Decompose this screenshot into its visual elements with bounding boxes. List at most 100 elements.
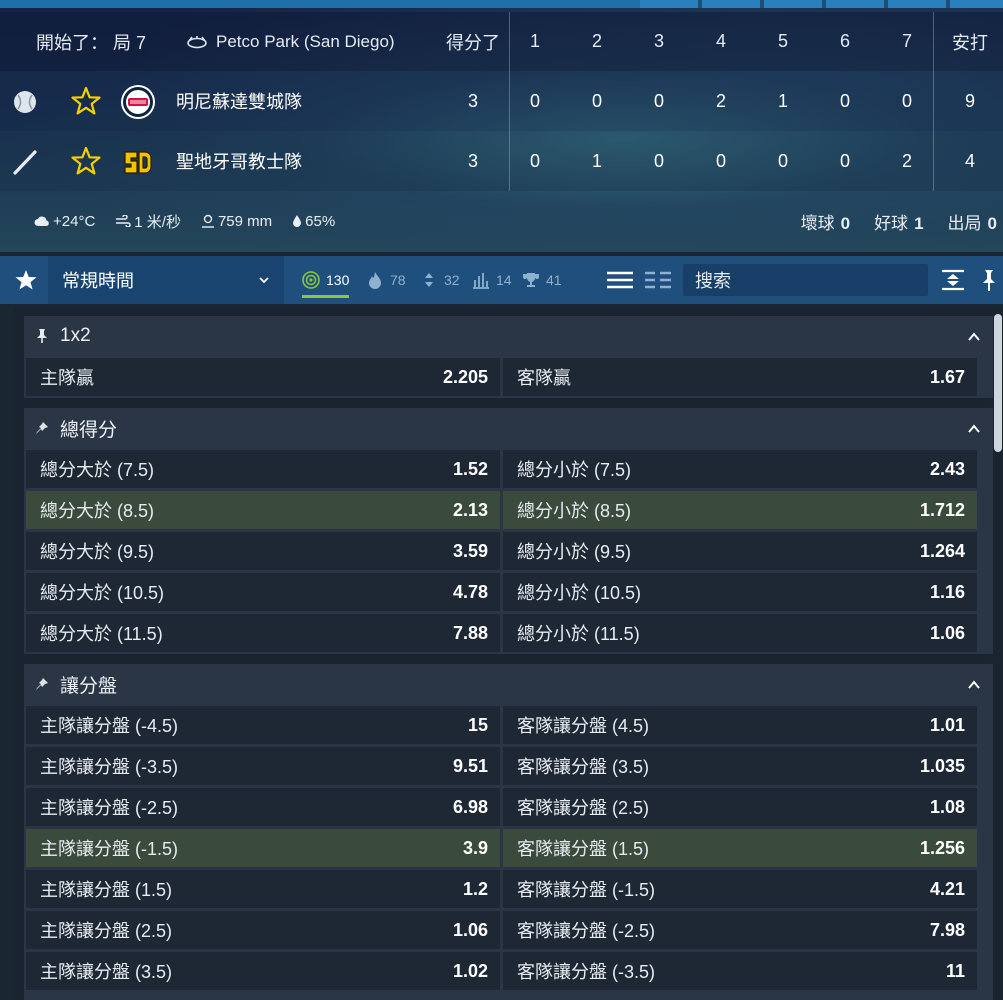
odds-button[interactable]: 主隊讓分盤 (-2.5) 6.98 <box>26 788 500 826</box>
odds-row: 主隊讓分盤 (-4.5) 15 客隊讓分盤 (4.5) 1.01 <box>24 706 993 744</box>
fire-icon <box>369 272 381 289</box>
tab-all-markets[interactable]: 130 <box>302 256 350 304</box>
pin-outline-icon[interactable] <box>34 420 50 436</box>
odds-row: 總分大於 (9.5) 3.59 總分小於 (9.5) 1.264 <box>24 532 993 570</box>
market-title: 讓分盤 <box>60 675 118 697</box>
odds-button[interactable]: 總分小於 (11.5) 1.06 <box>503 614 977 652</box>
weather-bar: +24°C 1 米/秒 759 mm 65% <box>34 204 355 238</box>
odds-button[interactable]: 客隊讓分盤 (3.5) 1.035 <box>503 747 977 785</box>
favorite-star-icon[interactable] <box>70 85 102 117</box>
scrollbar-thumb[interactable] <box>994 314 1002 452</box>
sort-icon <box>425 273 433 287</box>
team-row-away: 聖地牙哥教士隊 3 0 1 0 0 0 0 2 4 <box>0 131 1003 191</box>
team-home-inning-6: 0 <box>839 90 850 111</box>
team-away-inning-7: 2 <box>901 150 912 171</box>
pin-outline-icon[interactable] <box>34 676 50 692</box>
weather-humidity: 65% <box>292 213 345 230</box>
odds-row: 主隊贏 2.205 客隊贏 1.67 <box>24 358 993 396</box>
tab-stats[interactable]: 14 <box>472 256 512 304</box>
odds-row: 主隊讓分盤 (-3.5) 9.51 客隊讓分盤 (3.5) 1.035 <box>24 747 993 785</box>
odds-button[interactable]: 客隊讓分盤 (-2.5) 7.98 <box>503 911 977 949</box>
odds-button[interactable]: 總分大於 (10.5) 4.78 <box>26 573 500 611</box>
top-tab-strip[interactable] <box>0 0 1003 8</box>
odds-button[interactable]: 主隊讓分盤 (-4.5) 15 <box>26 706 500 744</box>
odds-button[interactable]: 客隊讓分盤 (-3.5) 11 <box>503 952 977 990</box>
team-home-inning-7: 0 <box>901 90 912 111</box>
odds-button[interactable]: 客隊讓分盤 (2.5) 1.08 <box>503 788 977 826</box>
market-header[interactable]: 1x2 <box>24 316 993 356</box>
bat-icon <box>13 150 37 175</box>
search-placeholder: 搜索 <box>695 271 731 291</box>
odds-button[interactable]: 總分大於 (11.5) 7.88 <box>26 614 500 652</box>
odds-button[interactable]: 總分大於 (8.5) 2.13 <box>26 491 500 529</box>
pin-icon[interactable] <box>976 268 1002 292</box>
team-home-inning-3: 0 <box>653 90 664 111</box>
col-inning-7: 7 <box>901 31 912 51</box>
odds-button[interactable]: 客隊讓分盤 (-1.5) 4.21 <box>503 870 977 908</box>
tab-sort[interactable]: 32 <box>420 256 460 304</box>
period-select[interactable]: 常規時間 <box>48 256 284 304</box>
chevron-up-icon[interactable] <box>967 330 981 344</box>
odds-button[interactable]: 總分小於 (9.5) 1.264 <box>503 532 977 570</box>
col-inning-5: 5 <box>777 31 788 51</box>
team-away-inning-2: 1 <box>591 150 602 171</box>
odds-button[interactable]: 主隊讓分盤 (-1.5) 3.9 <box>26 829 500 867</box>
col-runs: 得分了 <box>446 32 500 53</box>
chevron-up-icon[interactable] <box>967 678 981 692</box>
list-view-icon[interactable] <box>606 268 634 292</box>
favorites-star-icon[interactable] <box>14 268 38 292</box>
col-inning-6: 6 <box>839 31 850 51</box>
market-header[interactable]: 讓分盤 <box>24 664 993 704</box>
team-name-away: 聖地牙哥教士隊 <box>176 152 302 172</box>
search-input[interactable]: 搜索 <box>683 264 928 296</box>
team-name-home: 明尼蘇達雙城隊 <box>176 92 302 112</box>
odds-button[interactable]: 客隊讓分盤 (1.5) 1.256 <box>503 829 977 867</box>
stadium-icon <box>187 35 207 48</box>
col-inning-3: 3 <box>653 31 664 51</box>
market-toolbar: 常規時間 130 78 32 14 41 搜索 <box>0 256 1003 304</box>
stats-icon <box>473 273 489 289</box>
odds-button[interactable]: 總分小於 (7.5) 2.43 <box>503 450 977 488</box>
weather-temp: +24°C <box>34 213 105 230</box>
odds-button[interactable]: 主隊讓分盤 (-3.5) 9.51 <box>26 747 500 785</box>
odds-button[interactable]: 總分小於 (10.5) 1.16 <box>503 573 977 611</box>
cloud-icon <box>34 216 49 226</box>
team-home-hits: 9 <box>964 90 975 111</box>
tab-specials[interactable]: 41 <box>522 256 562 304</box>
market-handicap: 讓分盤 主隊讓分盤 (-4.5) 15 客隊讓分盤 (4.5) 1.01 主隊讓分盤… <box>24 664 993 1000</box>
venue: Petco Park (San Diego) <box>186 12 395 71</box>
market-header[interactable]: 總得分 <box>24 408 993 448</box>
two-column-view-icon[interactable] <box>644 268 672 292</box>
tab-popular[interactable]: 78 <box>366 256 406 304</box>
odds-button[interactable]: 主隊贏 2.205 <box>26 358 500 396</box>
weather-pressure: 759 mm <box>201 213 282 230</box>
odds-button[interactable]: 客隊讓分盤 (4.5) 1.01 <box>503 706 977 744</box>
col-hits: 安打 <box>952 32 988 53</box>
divider <box>509 12 510 191</box>
odds-button[interactable]: 主隊讓分盤 (3.5) 1.02 <box>26 952 500 990</box>
team-home-runs: 3 <box>467 90 478 111</box>
chevron-down-icon <box>259 277 269 284</box>
chevron-up-icon[interactable] <box>967 422 981 436</box>
pressure-icon <box>201 214 214 228</box>
team-home-inning-5: 1 <box>777 90 788 111</box>
odds-button[interactable]: 總分大於 (9.5) 3.59 <box>26 532 500 570</box>
odds-button[interactable]: 主隊讓分盤 (1.5) 1.2 <box>26 870 500 908</box>
pinned-icon[interactable] <box>34 328 50 344</box>
odds-row: 總分大於 (11.5) 7.88 總分小於 (11.5) 1.06 <box>24 614 993 652</box>
odds-row: 總分大於 (7.5) 1.52 總分小於 (7.5) 2.43 <box>24 450 993 488</box>
divider <box>933 12 934 191</box>
favorite-star-icon[interactable] <box>70 145 102 177</box>
odds-button[interactable]: 總分大於 (7.5) 1.52 <box>26 450 500 488</box>
team-away-inning-4: 0 <box>715 150 726 171</box>
odds-button[interactable]: 總分小於 (8.5) 1.712 <box>503 491 977 529</box>
venue-name: Petco Park (San Diego) <box>216 31 395 51</box>
scoreboard: 開始了： 局 7 Petco Park (San Diego) 得分了 1 2 … <box>0 0 1003 252</box>
odds-button[interactable]: 主隊讓分盤 (2.5) 1.06 <box>26 911 500 949</box>
twins-logo-icon <box>121 85 155 119</box>
team-home-inning-2: 0 <box>591 90 602 111</box>
odds-row: 主隊讓分盤 (-1.5) 3.9 客隊讓分盤 (1.5) 1.256 <box>24 829 993 867</box>
team-away-inning-3: 0 <box>653 150 664 171</box>
odds-button[interactable]: 客隊贏 1.67 <box>503 358 977 396</box>
collapse-all-icon[interactable] <box>940 268 966 292</box>
